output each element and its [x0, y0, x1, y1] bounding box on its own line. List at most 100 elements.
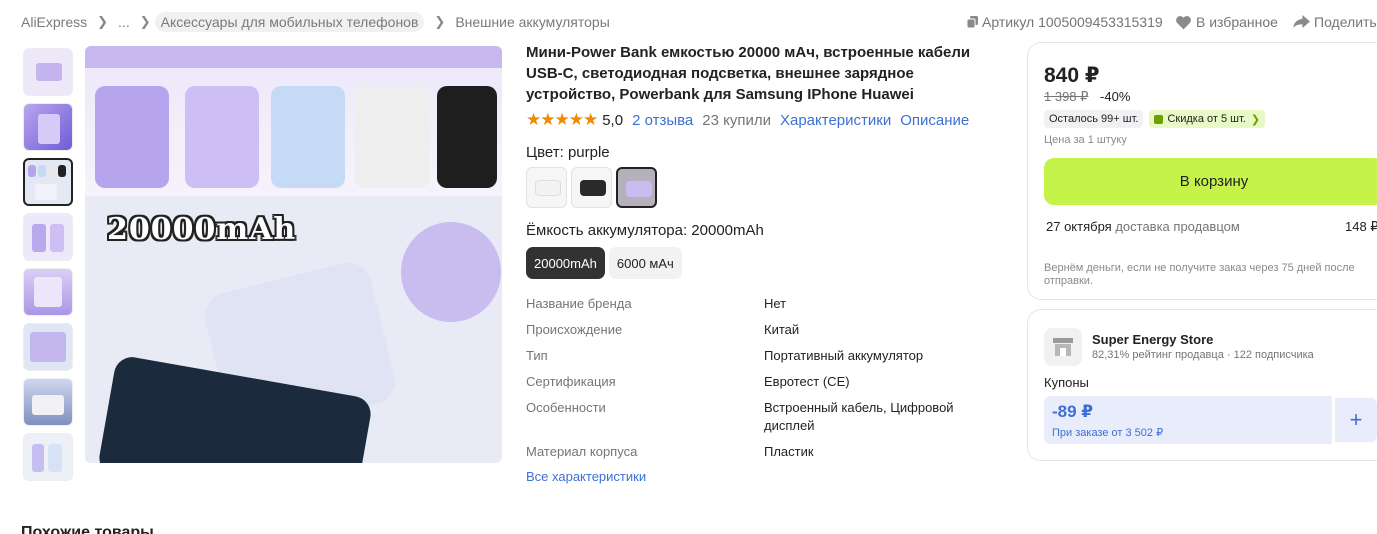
thumbnail-6[interactable]: [23, 323, 73, 371]
delivery-method: доставка продавцом: [1115, 219, 1240, 234]
top-bar: AliExpress ❯ ... ❯ Аксессуары для мобиль…: [0, 0, 1377, 44]
spec-value: Нет: [764, 296, 787, 311]
coupon-card[interactable]: -89 ₽ При заказе от 3 502 ₽: [1044, 396, 1332, 444]
spec-row: Название бренда Нет: [526, 295, 1006, 313]
thumbnail-1[interactable]: [23, 48, 73, 96]
spec-key: Материал корпуса: [526, 444, 638, 459]
favorite-label: В избранное: [1196, 14, 1278, 30]
discount-percent: -40%: [1100, 89, 1131, 104]
chevron-right-icon: ❯: [139, 14, 151, 29]
article-number[interactable]: Артикул 1005009453315319: [967, 14, 1163, 30]
color-swatch-black[interactable]: [571, 167, 612, 208]
rating-stars-icon: ★★★★★: [526, 110, 598, 129]
breadcrumb-item-ellipsis[interactable]: ...: [118, 14, 130, 30]
share-icon: [1293, 15, 1310, 29]
bulk-discount-label: Скидка от 5 шт.: [1167, 113, 1246, 125]
badges: Осталось 99+ шт. Скидка от 5 шт. ❯: [1044, 110, 1271, 128]
spec-value: Портативный аккумулятор: [764, 348, 924, 363]
refund-note: Вернём деньги, если не получите заказ че…: [1044, 262, 1355, 287]
buy-box: 840 ₽ 1 398 ₽ -40% Осталось 99+ шт. Скид…: [1027, 42, 1377, 300]
capacity-option-20000[interactable]: 20000mAh: [526, 247, 605, 279]
bulk-discount-badge[interactable]: Скидка от 5 шт. ❯: [1149, 110, 1266, 128]
share-label: Поделить: [1314, 14, 1377, 30]
old-price: 1 398 ₽: [1044, 89, 1089, 104]
powerbank-black: [437, 86, 497, 188]
powerbank-lavender: [185, 86, 259, 188]
breadcrumb-item-power-banks[interactable]: Внешние аккумуляторы: [455, 14, 609, 30]
product-title: Мини-Power Bank емкостью 20000 мАч, встр…: [526, 44, 971, 103]
spec-key: Название бренда: [526, 296, 632, 311]
spec-value: Встроенный кабель, Цифровой дисплей: [764, 400, 954, 433]
breadcrumb-item-accessories[interactable]: Аксессуары для мобильных телефонов: [154, 12, 425, 32]
article-text: Артикул 1005009453315319: [982, 14, 1163, 30]
characteristics-link[interactable]: Характеристики: [780, 112, 891, 129]
coupon-amount: -89 ₽: [1052, 402, 1094, 421]
all-specs-link[interactable]: Все характеристики: [526, 469, 1006, 484]
spec-key: Особенности: [526, 400, 606, 415]
thumbnail-2[interactable]: [23, 103, 73, 151]
add-coupon-button[interactable]: +: [1335, 398, 1377, 442]
favorite-button[interactable]: В избранное: [1175, 14, 1278, 30]
color-label: Цвет: purple: [526, 144, 610, 161]
thumbnail-4[interactable]: [23, 213, 73, 261]
thumbnail-7[interactable]: [23, 378, 73, 426]
spec-row: Сертификация Евротест (CE): [526, 373, 1006, 391]
store-icon[interactable]: [1044, 328, 1082, 366]
spec-row: Материал корпуса Пластик: [526, 443, 1006, 461]
spec-value: Евротест (CE): [764, 374, 850, 389]
inset-circle: [401, 222, 501, 322]
spec-key: Сертификация: [526, 374, 616, 389]
old-price-row: 1 398 ₽ -40%: [1044, 89, 1130, 105]
delivery-info: 27 октября доставка продавцом: [1046, 219, 1240, 234]
color-swatch-white[interactable]: [526, 167, 567, 208]
powerbank-blue: [271, 86, 345, 188]
breadcrumb: AliExpress ❯ ... ❯ Аксессуары для мобиль…: [21, 12, 610, 32]
chevron-right-icon: ❯: [97, 14, 109, 29]
thumbnail-3[interactable]: [23, 158, 73, 206]
spec-row: Происхождение Китай: [526, 321, 1006, 339]
stock-badge: Осталось 99+ шт.: [1044, 110, 1144, 128]
color-swatch-purple[interactable]: [616, 167, 657, 208]
rating-value: 5,0: [602, 111, 624, 129]
capacity-options: 20000mAh 6000 мАч: [526, 247, 1006, 279]
description-link[interactable]: Описание: [900, 112, 969, 129]
chevron-right-icon: ❯: [434, 14, 446, 29]
coupon-minimum: При заказе от 3 502 ₽: [1052, 427, 1164, 439]
product-info: Мини-Power Bank емкостью 20000 мАч, встр…: [526, 42, 1006, 484]
thumbnail-8[interactable]: [23, 433, 73, 481]
reviews-link[interactable]: 2 отзыва: [632, 112, 693, 129]
thumbnail-list: [23, 48, 75, 488]
add-to-cart-button[interactable]: В корзину: [1044, 158, 1377, 205]
store-name[interactable]: Super Energy Store: [1092, 332, 1213, 347]
share-button[interactable]: Поделить: [1293, 14, 1377, 30]
gift-icon: [1154, 114, 1164, 124]
coupons-label: Купоны: [1044, 375, 1089, 390]
spec-row: Особенности Встроенный кабель, Цифровой д…: [526, 399, 1006, 435]
powerbank-white: [355, 86, 429, 188]
unit-note: Цена за 1 штуку: [1044, 134, 1127, 146]
spec-key: Происхождение: [526, 322, 623, 337]
store-subline: 82,31% рейтинг продавца · 122 подписчика: [1092, 349, 1314, 361]
heart-icon: [1176, 15, 1191, 29]
powerbank-purple: [95, 86, 169, 188]
thumbnail-5[interactable]: [23, 268, 73, 316]
capacity-option-6000[interactable]: 6000 мАч: [608, 247, 682, 279]
image-capacity-text: 20000mAh: [107, 212, 297, 247]
spec-list: Название бренда Нет Происхождение Китай Ти…: [526, 295, 1006, 461]
chevron-right-icon: ❯: [1250, 113, 1261, 126]
breadcrumb-item-aliexpress[interactable]: AliExpress: [21, 14, 87, 30]
color-swatches: [526, 167, 1006, 208]
spec-row: Тип Портативный аккумулятор: [526, 347, 1006, 365]
rating-row: ★★★★★ 5,0 2 отзыва 23 купили Характерист…: [526, 110, 1006, 130]
capacity-label: Ёмкость аккумулятора: 20000mAh: [526, 222, 764, 239]
bought-count: 23 купили: [702, 111, 771, 129]
delivery-date: 27 октября: [1046, 219, 1112, 234]
store-box: Super Energy Store 82,31% рейтинг продав…: [1027, 309, 1377, 461]
main-product-image[interactable]: 20000mAh: [85, 46, 502, 463]
spec-value: Пластик: [764, 444, 814, 459]
related-heading: Похожие товары: [21, 524, 154, 534]
image-top-strip: [85, 46, 502, 68]
delivery-price: 148 ₽: [1345, 219, 1377, 234]
spec-key: Тип: [526, 348, 548, 363]
spec-value: Китай: [764, 322, 800, 337]
